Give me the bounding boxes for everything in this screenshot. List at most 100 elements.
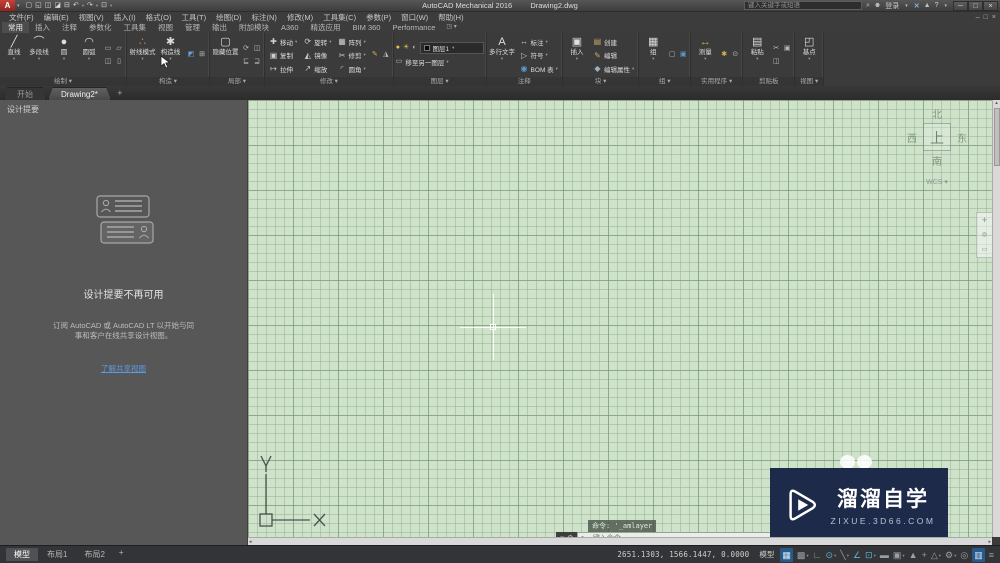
panel-label-block[interactable]: 块 ▾	[563, 77, 638, 86]
ribbon-minimize-icon[interactable]: ◳ ▾	[441, 22, 461, 33]
tool-icon[interactable]: ✱	[719, 49, 729, 61]
annotation-visibility-icon[interactable]: ▲	[909, 548, 918, 562]
navigation-bar[interactable]: ✛ ◎ ▭	[976, 212, 992, 258]
selection-cycling-icon[interactable]: ▣▾	[893, 548, 905, 562]
menu-item[interactable]: 绘图(D)	[211, 12, 246, 23]
close-button[interactable]: ×	[983, 1, 998, 11]
tool-icon[interactable]: ◩	[186, 49, 196, 61]
isometric-drafting-dropdown-icon[interactable]: ▾	[847, 550, 849, 562]
tool-line[interactable]: ╱直线▾	[2, 34, 26, 76]
layer-toggle-icon[interactable]: ◐	[412, 42, 416, 54]
tool-icon[interactable]: ▭	[103, 43, 113, 55]
maximize-button[interactable]: □	[968, 1, 983, 11]
tool-bom-table[interactable]: ◉BOM 表▾	[518, 62, 560, 75]
tool-edit[interactable]: ✎编辑	[591, 49, 636, 62]
new-layout-button[interactable]: +	[114, 548, 129, 561]
snap-mode-icon[interactable]: ▩▾	[797, 548, 809, 562]
plot-icon[interactable]: ⊟	[64, 0, 70, 11]
ribbon-tab[interactable]: A360	[275, 22, 305, 33]
menu-item[interactable]: 视图(V)	[74, 12, 109, 23]
viewcube-top-face[interactable]: 上	[923, 123, 951, 151]
help-icon[interactable]: ?	[935, 2, 939, 9]
ribbon-tab[interactable]: Performance	[386, 22, 441, 33]
tool-edit-attributes[interactable]: ◆编辑属性▾	[591, 62, 636, 75]
tool-icon[interactable]: ▢	[667, 49, 677, 61]
tool-polyline[interactable]: ⌒多段线▾	[27, 34, 51, 76]
scroll-up-icon[interactable]: ▴	[995, 100, 998, 106]
tool-copy[interactable]: ▣复制	[267, 49, 299, 62]
vertical-scroll-thumb[interactable]	[994, 108, 1000, 166]
undo-icon[interactable]: ↶	[73, 0, 79, 11]
viewcube[interactable]: 北 西 上 东 南 WCS ▾	[898, 106, 976, 186]
ribbon-tab[interactable]: 输出	[206, 22, 233, 33]
layout-tab[interactable]: 布局1	[39, 548, 75, 561]
ribbon-tab[interactable]: 精选应用	[305, 22, 347, 33]
menu-item[interactable]: 窗口(W)	[396, 12, 433, 23]
panel-label-detail[interactable]: 局部 ▾	[210, 77, 264, 86]
scroll-left-icon[interactable]: ◂	[249, 539, 252, 545]
new-drawing-tab-button[interactable]: +	[113, 87, 127, 100]
annotation-scale-dropdown-icon[interactable]: ▾	[939, 550, 941, 562]
menu-item[interactable]: 插入(I)	[109, 12, 141, 23]
tool-move-to-layer[interactable]: 移至另一图层▾	[405, 57, 448, 67]
tool-icon[interactable]: ▣	[782, 43, 792, 55]
panel-label-utilities[interactable]: 实用程序 ▾	[691, 77, 742, 86]
panel-label-clipboard[interactable]: 剪贴板	[743, 77, 794, 86]
a360-icon[interactable]: ▲	[924, 2, 931, 9]
viewcube-wcs-menu[interactable]: WCS ▾	[898, 178, 976, 186]
tool-scale[interactable]: ↗缩放	[301, 62, 333, 75]
panel-label-construction[interactable]: 构造 ▾	[127, 77, 209, 86]
menu-item[interactable]: 修改(M)	[282, 12, 318, 23]
panel-label-group[interactable]: 组 ▾	[639, 77, 690, 86]
ribbon-tab[interactable]: 注释	[56, 22, 83, 33]
workspace-switching-dropdown-icon[interactable]: ▾	[954, 550, 956, 562]
orbit-icon[interactable]: ▭	[982, 246, 988, 253]
panel-label-draw[interactable]: 绘制 ▾	[0, 77, 126, 86]
ribbon-tab[interactable]: BIM 360	[347, 22, 387, 33]
doc-minimize-icon[interactable]: –	[976, 14, 980, 21]
layout-tab[interactable]: 布局2	[76, 548, 112, 561]
exchange-apps-icon[interactable]: ✕	[914, 2, 920, 10]
minimize-button[interactable]: ─	[953, 1, 968, 11]
panel-label-modify[interactable]: 修改 ▾	[265, 77, 393, 86]
tool-icon[interactable]: ◮	[381, 49, 391, 61]
layer-toggle-icon[interactable]: ☀	[403, 42, 409, 54]
viewcube-south[interactable]: 南	[898, 153, 976, 168]
tool-icon[interactable]: ⊞	[197, 49, 207, 61]
tool-array[interactable]: ▦阵列▾	[336, 35, 368, 48]
doc-restore-icon[interactable]: □	[984, 14, 988, 21]
grid-display-icon[interactable]: ▦	[780, 548, 793, 562]
autocad-logo-icon[interactable]: A	[0, 0, 15, 11]
tool-icon[interactable]: ✂	[771, 43, 781, 55]
viewcube-east[interactable]: 东	[957, 130, 967, 145]
redo-dropdown-icon[interactable]: ▾	[96, 3, 98, 9]
menu-item[interactable]: 参数(P)	[361, 12, 396, 23]
tool-icon[interactable]: ⊒	[252, 56, 262, 68]
object-snap-dropdown-icon[interactable]: ▾	[874, 550, 876, 562]
help-dropdown-icon[interactable]: ▾	[942, 3, 949, 9]
ribbon-tab[interactable]: 参数化	[83, 22, 118, 33]
ribbon-tab[interactable]: 常用	[2, 22, 29, 33]
ortho-mode-icon[interactable]: ∟	[813, 548, 822, 562]
tool-icon[interactable]: ✎	[370, 49, 380, 61]
tool-icon[interactable]: ◫	[771, 56, 781, 68]
tool-symbol[interactable]: ▷符号▾	[518, 49, 560, 62]
file-tab-drawing2[interactable]: Drawing2*	[48, 87, 111, 100]
tool-icon[interactable]: ⟳	[241, 43, 251, 55]
pan-icon[interactable]: ✛	[982, 217, 987, 224]
ribbon-tab[interactable]: 附加模块	[233, 22, 275, 33]
tool-circle[interactable]: ●圆▾	[52, 34, 76, 76]
zoom-icon[interactable]: ◎	[982, 231, 987, 238]
search-icon[interactable]: ⌕	[866, 2, 870, 10]
tool-icon[interactable]: ⊑	[241, 56, 251, 68]
tool-icon[interactable]: ◫	[103, 56, 113, 68]
scroll-right-icon[interactable]: ▸	[988, 539, 991, 545]
tool-mirror[interactable]: ◭镜像	[301, 49, 333, 62]
object-snap-icon[interactable]: ⊡▾	[865, 548, 876, 562]
learn-shared-views-link[interactable]: 了解共享视图	[101, 363, 146, 374]
workspace-dropdown-icon[interactable]: ▾	[110, 3, 112, 9]
tool-fillet[interactable]: ◜圆角▾	[336, 62, 368, 75]
autoscale-icon[interactable]: +	[922, 548, 927, 562]
tool-base-point[interactable]: ◰基点▾	[797, 34, 821, 76]
tool-icon[interactable]: ◫	[252, 43, 262, 55]
